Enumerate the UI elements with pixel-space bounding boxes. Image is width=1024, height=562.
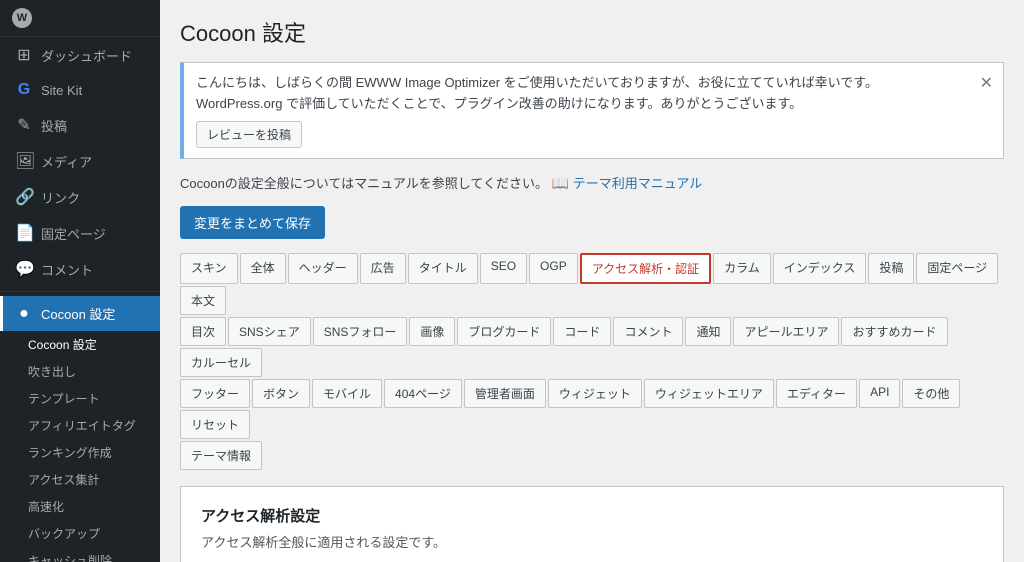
sidebar-item-cocoon[interactable]: ● Cocoon 設定 <box>0 296 160 331</box>
tab-seo[interactable]: SEO <box>480 253 527 284</box>
tab-all[interactable]: 全体 <box>240 253 286 284</box>
sidebar-sub-template[interactable]: テンプレート <box>0 385 160 412</box>
sidebar-sub-backup[interactable]: バックアップ <box>0 520 160 547</box>
section-desc: アクセス解析全般に適用される設定です。 <box>201 532 983 551</box>
sidebar-sub-access-gather[interactable]: アクセス集計 <box>0 466 160 493</box>
notice-box: ✕ こんにちは、しばらくの間 EWWW Image Optimizer をご使用… <box>180 62 1004 159</box>
sidebar-item-pages[interactable]: 📄 固定ページ <box>0 215 160 251</box>
sidebar-item-posts[interactable]: ✎ 投稿 <box>0 107 160 143</box>
tab-ogp[interactable]: OGP <box>529 253 578 284</box>
wp-logo: W <box>12 8 32 28</box>
tabs-row-4: テーマ情報 <box>180 441 1004 470</box>
sidebar-item-label: Cocoon 設定 <box>41 304 115 323</box>
sidebar-item-dashboard[interactable]: ⊞ ダッシュボード <box>0 37 160 73</box>
page-title: Cocoon 設定 <box>180 16 1004 48</box>
tab-code[interactable]: コード <box>553 317 611 346</box>
sidebar-item-label: リンク <box>41 188 80 207</box>
sidebar-sub-cache-clear[interactable]: キャッシュ削除 <box>0 547 160 562</box>
tab-sns-share[interactable]: SNSシェア <box>228 317 311 346</box>
notice-text-line2: WordPress.org で評価していただくことで、プラグイン改善の助けになり… <box>196 94 967 115</box>
manual-link-area: Cocoonの設定全般についてはマニュアルを参照してください。 📖 テーマ利用マ… <box>180 173 1004 192</box>
tab-mobile[interactable]: モバイル <box>312 379 382 408</box>
tab-skin[interactable]: スキン <box>180 253 238 284</box>
tab-text[interactable]: 本文 <box>180 286 226 315</box>
tab-blog-card[interactable]: ブログカード <box>457 317 551 346</box>
tab-editor[interactable]: エディター <box>776 379 857 408</box>
tab-widget[interactable]: ウィジェット <box>548 379 642 408</box>
tab-index[interactable]: インデックス <box>773 253 867 284</box>
notice-text-line1: こんにちは、しばらくの間 EWWW Image Optimizer をご使用いた… <box>196 73 967 94</box>
tab-api[interactable]: API <box>859 379 900 408</box>
links-icon: 🔗 <box>15 187 33 207</box>
sidebar-sub-cocoon-settings[interactable]: Cocoon 設定 <box>0 331 160 358</box>
tab-theme-info[interactable]: テーマ情報 <box>180 441 262 470</box>
cocoon-icon: ● <box>15 305 33 323</box>
tab-header[interactable]: ヘッダー <box>288 253 358 284</box>
tab-widget-area[interactable]: ウィジェットエリア <box>644 379 774 408</box>
save-button[interactable]: 変更をまとめて保存 <box>180 206 325 239</box>
manual-link[interactable]: テーマ利用マニュアル <box>573 176 703 191</box>
tab-toc[interactable]: 目次 <box>180 317 226 346</box>
tab-404[interactable]: 404ページ <box>384 379 462 408</box>
sidebar-sub-speedup[interactable]: 高速化 <box>0 493 160 520</box>
tab-fixed-pages[interactable]: 固定ページ <box>916 253 998 284</box>
tab-ads[interactable]: 広告 <box>360 253 406 284</box>
review-button[interactable]: レビューを投稿 <box>196 121 302 148</box>
sidebar-item-sitekit[interactable]: G Site Kit <box>0 73 160 107</box>
divider <box>0 291 160 292</box>
tab-access[interactable]: アクセス解析・認証 <box>580 253 711 284</box>
sidebar-header: W <box>0 0 160 37</box>
posts-icon: ✎ <box>15 115 33 135</box>
sidebar-sub-fukidashi[interactable]: 吹き出し <box>0 358 160 385</box>
tab-comment[interactable]: コメント <box>613 317 683 346</box>
sidebar-item-label: Site Kit <box>41 83 82 98</box>
comments-icon: 💬 <box>15 259 33 279</box>
section-title: アクセス解析設定 <box>201 505 983 526</box>
tab-recommended[interactable]: おすすめカード <box>841 317 947 346</box>
tab-sns-follow[interactable]: SNSフォロー <box>313 317 408 346</box>
dashboard-icon: ⊞ <box>15 45 33 65</box>
sidebar-item-links[interactable]: 🔗 リンク <box>0 179 160 215</box>
sidebar-item-label: メディア <box>41 152 92 171</box>
tab-column[interactable]: カラム <box>713 253 771 284</box>
tab-reset[interactable]: リセット <box>180 410 250 439</box>
tabs-container: スキン 全体 ヘッダー 広告 タイトル SEO OGP アクセス解析・認証 カラ… <box>180 253 1004 470</box>
sidebar: W ⊞ ダッシュボード G Site Kit ✎ 投稿 🖼 メディア 🔗 リンク… <box>0 0 160 562</box>
tab-footer[interactable]: フッター <box>180 379 250 408</box>
pages-icon: 📄 <box>15 223 33 243</box>
sitekit-icon: G <box>15 81 33 99</box>
sidebar-item-comments[interactable]: 💬 コメント <box>0 251 160 287</box>
tab-other[interactable]: その他 <box>902 379 960 408</box>
sidebar-item-label: ダッシュボード <box>41 46 132 65</box>
sidebar-item-label: コメント <box>41 260 93 279</box>
tabs-row-1: スキン 全体 ヘッダー 広告 タイトル SEO OGP アクセス解析・認証 カラ… <box>180 253 1004 315</box>
sidebar-item-label: 投稿 <box>41 116 67 135</box>
tab-title[interactable]: タイトル <box>408 253 478 284</box>
tab-appeal[interactable]: アピールエリア <box>733 317 839 346</box>
tab-notification[interactable]: 通知 <box>685 317 731 346</box>
notice-close-button[interactable]: ✕ <box>980 71 993 97</box>
tab-posts[interactable]: 投稿 <box>868 253 914 284</box>
sidebar-sub-ranking[interactable]: ランキング作成 <box>0 439 160 466</box>
tabs-row-3: フッター ボタン モバイル 404ページ 管理者画面 ウィジェット ウィジェット… <box>180 379 1004 439</box>
media-icon: 🖼 <box>15 151 33 171</box>
tab-admin[interactable]: 管理者画面 <box>464 379 546 408</box>
sidebar-item-label: 固定ページ <box>41 224 106 243</box>
manual-link-icon: 📖 <box>552 175 569 191</box>
sidebar-sub-affiliate[interactable]: アフィリエイトタグ <box>0 412 160 439</box>
sidebar-item-media[interactable]: 🖼 メディア <box>0 143 160 179</box>
tab-button[interactable]: ボタン <box>252 379 310 408</box>
tabs-row-2: 目次 SNSシェア SNSフォロー 画像 ブログカード コード コメント 通知 … <box>180 317 1004 377</box>
tab-image[interactable]: 画像 <box>409 317 455 346</box>
main-content: Cocoon 設定 ✕ こんにちは、しばらくの間 EWWW Image Opti… <box>160 0 1024 562</box>
tab-carousel[interactable]: カルーセル <box>180 348 262 377</box>
content-box: アクセス解析設定 アクセス解析全般に適用される設定です。 解析全般 サイト管理者… <box>180 486 1004 562</box>
